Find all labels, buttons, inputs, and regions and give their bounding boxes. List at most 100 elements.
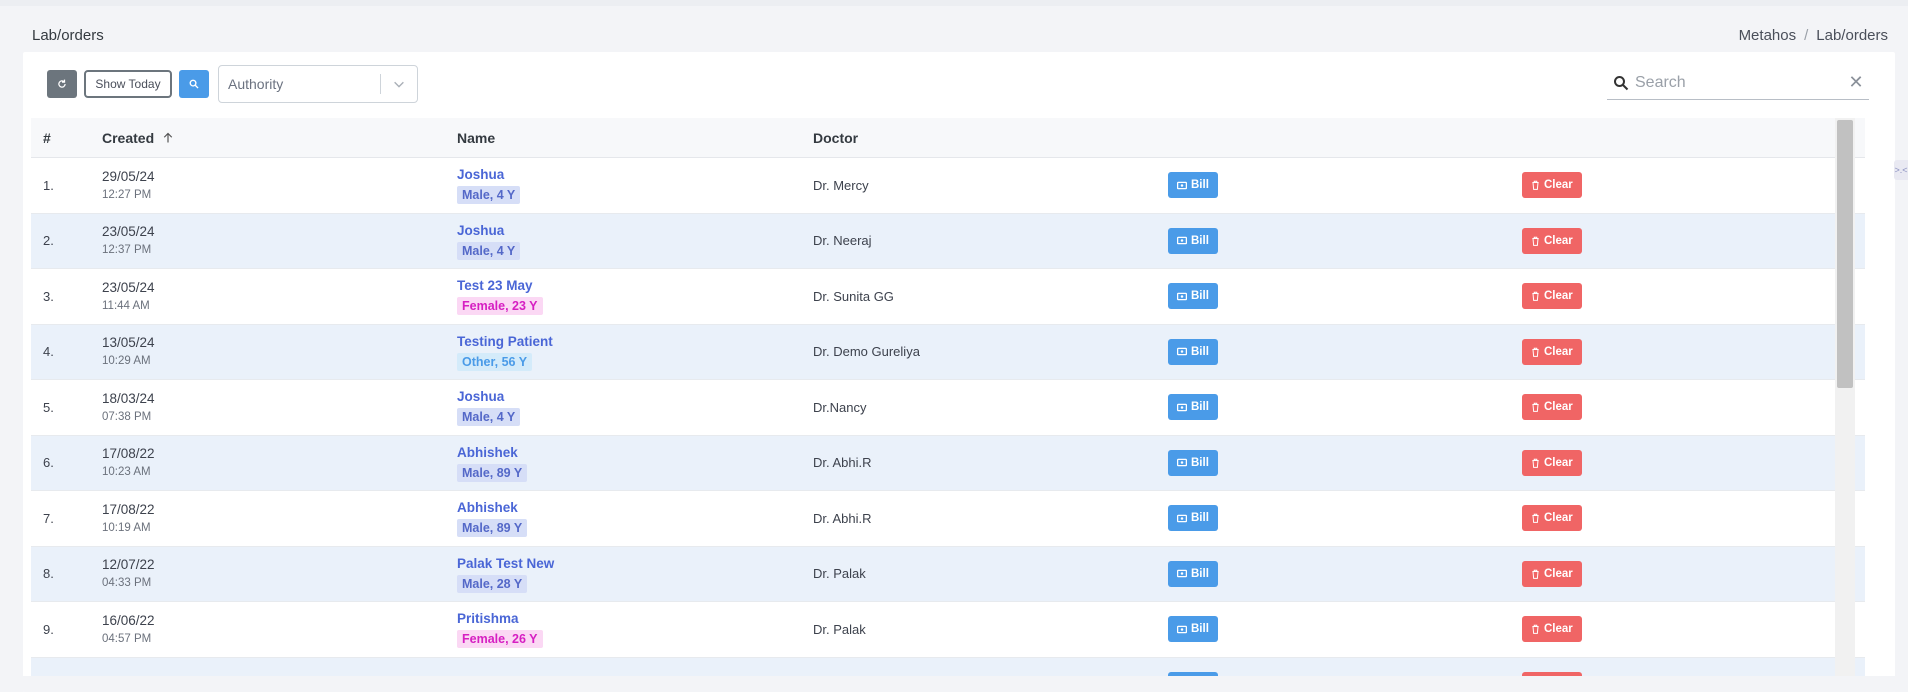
edge-tab[interactable]: >.< [1894, 160, 1908, 180]
breadcrumb-item-lab-orders: Lab/orders [1816, 26, 1888, 44]
clear-button-label: Clear [1544, 623, 1573, 636]
created-time: 10:23 AM [102, 466, 151, 479]
bill-button[interactable]: Bill [1168, 449, 1218, 476]
sort-ascending-icon[interactable] [162, 132, 174, 144]
bill-button[interactable]: Bill [1168, 283, 1218, 310]
clear-button-label: Clear [1544, 290, 1573, 303]
refresh-button[interactable] [47, 70, 77, 98]
created-time: 12:27 PM [102, 188, 152, 201]
bill-button-label: Bill [1191, 567, 1209, 580]
bill-cell: Bill [1168, 505, 1522, 532]
search-icon [189, 79, 199, 89]
clear-button[interactable]: Clear [1522, 449, 1582, 476]
bill-icon [1177, 459, 1187, 467]
table-row[interactable]: 4. 13/05/24 10:29 AM Testing Patient Other, … [31, 324, 1865, 380]
bill-icon [1177, 181, 1187, 189]
bill-button[interactable]: Bill [1168, 338, 1218, 365]
bill-cell: Bill [1168, 449, 1522, 476]
created-date: 13/05/24 [102, 335, 155, 351]
clear-button-label: Clear [1544, 567, 1573, 580]
bill-cell: Bill [1168, 616, 1522, 643]
breadcrumb: Metahos / Lab/orders [1739, 27, 1888, 44]
header-created[interactable]: Created [102, 130, 457, 146]
trash-icon [1532, 347, 1539, 357]
header-created-label: Created [102, 129, 155, 146]
patient-gender-age-badge: Other, 56 Y [457, 352, 533, 371]
table-row[interactable]: 6. 17/08/22 10:23 AM Abhishek Male, 89 Y Dr. … [31, 435, 1865, 491]
trash-icon [1532, 181, 1539, 191]
created-time: 04:33 PM [102, 577, 152, 590]
bill-icon [1177, 625, 1187, 633]
trash-icon [1532, 458, 1539, 468]
clear-button[interactable]: Clear [1522, 560, 1582, 587]
row-index: 3. [43, 288, 54, 304]
bill-button[interactable]: Bill [1168, 505, 1218, 532]
doctor-cell: Dr. Mercy [813, 177, 869, 193]
patient-name[interactable]: Abhishek [457, 499, 813, 516]
bill-cell: Bill [1168, 394, 1522, 421]
trash-icon [1532, 403, 1539, 413]
clear-cell: Clear [1522, 449, 1865, 476]
created-cell: 29/05/24 12:27 PM [102, 168, 457, 203]
show-today-button[interactable]: Show Today [84, 70, 172, 98]
patient-name[interactable]: Testing Patient [457, 333, 813, 350]
breadcrumb-item-metahos[interactable]: Metahos [1739, 27, 1797, 44]
clear-button[interactable]: Clear [1522, 394, 1582, 421]
table-row[interactable]: 2. 23/05/24 12:37 PM Joshua Male, 4 Y Dr. Nee… [31, 213, 1865, 269]
refresh-icon [58, 79, 66, 88]
bill-button[interactable]: Bill [1168, 616, 1218, 643]
search-input[interactable] [1635, 73, 1843, 92]
authority-select[interactable]: Authority [218, 65, 418, 103]
table-row[interactable]: 8. 12/07/22 04:33 PM Palak Test New Male, 28… [31, 546, 1865, 602]
name-cell: Joshua Male, 4 Y [457, 388, 813, 427]
table-scrollbar[interactable] [1835, 118, 1855, 678]
scrollbar-thumb[interactable] [1837, 120, 1853, 388]
authority-select-value: Authority [228, 76, 284, 92]
bill-cell: Bill [1168, 227, 1522, 254]
created-cell: 16/06/22 04:57 PM [102, 612, 457, 647]
table-row[interactable]: 7. 17/08/22 10:19 AM Abhishek Male, 89 Y Dr. … [31, 491, 1865, 547]
chevron-down-icon[interactable] [381, 77, 417, 91]
row-index: 1. [43, 177, 54, 193]
patient-name[interactable]: Joshua [457, 166, 813, 183]
patient-name[interactable]: Joshua [457, 388, 813, 405]
clear-button[interactable]: Clear [1522, 172, 1582, 199]
table-row[interactable]: 9. 16/06/22 04:57 PM Pritishma Female, 26 Y D… [31, 602, 1865, 658]
table-row[interactable]: 3. 23/05/24 11:44 AM Test 23 May Female, 23 … [31, 269, 1865, 325]
patient-gender-age-badge: Female, 23 Y [457, 297, 543, 316]
table-header: # Created Name Doctor [31, 118, 1865, 158]
created-cell: 17/08/22 10:23 AM [102, 445, 457, 480]
bill-button[interactable]: Bill [1168, 172, 1218, 199]
search-button[interactable] [179, 70, 209, 98]
patient-name[interactable]: Joshua [457, 222, 813, 239]
created-time: 10:29 AM [102, 355, 151, 368]
patient-name[interactable]: Pritishma [457, 610, 813, 627]
table-row[interactable]: 1. 29/05/24 12:27 PM Joshua Male, 4 Y Dr. Mer… [31, 158, 1865, 214]
patient-name[interactable]: Palak Test New [457, 555, 813, 572]
row-index: 9. [43, 621, 54, 637]
created-date: 12/07/22 [102, 557, 155, 573]
clear-button[interactable]: Clear [1522, 505, 1582, 532]
table-row[interactable]: 08/06/22Dr. PremaBillClear [31, 657, 1865, 678]
patient-name[interactable]: Test 23 May [457, 277, 813, 294]
clear-button[interactable]: Clear [1522, 338, 1582, 365]
bill-button[interactable]: Bill [1168, 227, 1218, 254]
bill-icon [1177, 292, 1187, 300]
clear-button[interactable]: Clear [1522, 283, 1582, 310]
close-icon[interactable]: ✕ [1843, 72, 1869, 93]
bill-button[interactable]: Bill [1168, 394, 1218, 421]
trash-icon [1532, 236, 1539, 246]
created-date: 23/05/24 [102, 279, 155, 295]
clear-button[interactable]: Clear [1522, 227, 1582, 254]
created-time: 11:44 AM [102, 299, 150, 312]
clear-cell: Clear [1522, 394, 1865, 421]
clear-button[interactable]: Clear [1522, 616, 1582, 643]
patient-name[interactable]: Abhishek [457, 444, 813, 461]
trash-icon [1532, 625, 1539, 635]
created-cell: 17/08/22 10:19 AM [102, 501, 457, 536]
bill-icon [1177, 570, 1187, 578]
table-row[interactable]: 5. 18/03/24 07:38 PM Joshua Male, 4 Y Dr.Nanc… [31, 380, 1865, 436]
bill-cell: Bill [1168, 172, 1522, 199]
clear-cell: Clear [1522, 338, 1865, 365]
bill-button[interactable]: Bill [1168, 560, 1218, 587]
